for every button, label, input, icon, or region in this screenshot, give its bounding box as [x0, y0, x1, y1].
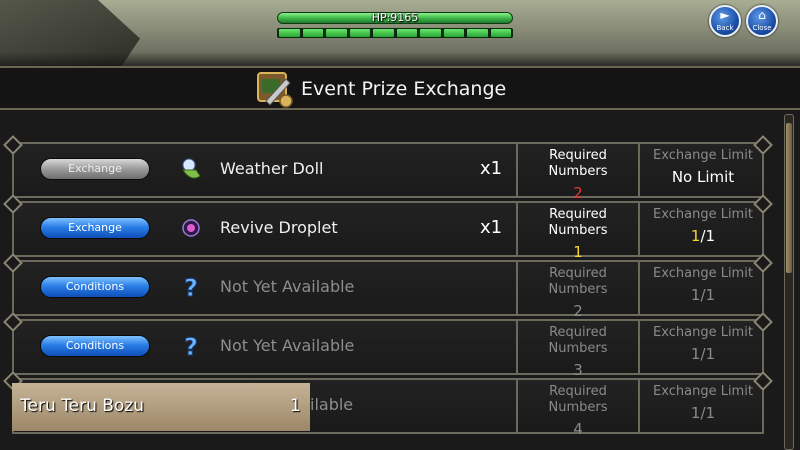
hp-gauge: HP:9165 — [277, 11, 513, 41]
exchange-limit-header: Exchange Limit — [653, 207, 753, 222]
required-numbers-cell: Required Numbers 1 — [516, 201, 638, 261]
tooltip-item-name: Teru Teru Bozu — [20, 396, 145, 416]
list-scrollbar[interactable] — [784, 114, 794, 450]
title-bar: Event Prize Exchange — [0, 66, 800, 110]
exchange-limit-value: No Limit — [671, 168, 735, 186]
exchange-limit-max: /1 — [700, 227, 716, 245]
tooltip-item-quantity: 1 — [290, 396, 301, 416]
weather-doll-icon — [182, 158, 201, 179]
exchange-limit-cell: Exchange Limit 1/1 — [638, 319, 766, 375]
question-mark-icon: ? — [184, 274, 199, 300]
prize-row: Conditions ? Not Yet Available Required … — [3, 312, 773, 379]
back-button[interactable]: ► Back — [709, 5, 741, 37]
required-numbers-header: Required Numbers — [548, 325, 608, 356]
required-numbers-cell: Required Numbers 4 — [516, 378, 638, 438]
prize-row: Exchange Weather Doll x1 Required Number… — [3, 135, 773, 202]
exchange-limit-value: 1/1 — [640, 227, 766, 245]
required-numbers-value: 2 — [573, 184, 583, 202]
exchange-limit-cell: Exchange Limit 1/1 — [638, 378, 766, 434]
back-icon: ► — [720, 8, 730, 22]
exchange-button[interactable]: Exchange — [40, 217, 150, 239]
conditions-button[interactable]: Conditions — [40, 335, 150, 357]
prize-exchange-icon — [257, 72, 293, 108]
question-mark-icon: ? — [184, 333, 199, 359]
required-numbers-header: Required Numbers — [548, 384, 608, 415]
close-button[interactable]: ⌂ Close — [746, 5, 778, 37]
exchange-limit-header: Exchange Limit — [653, 266, 753, 281]
exchange-limit-value: 1/1 — [690, 345, 716, 363]
required-numbers-value: 3 — [573, 361, 583, 379]
required-numbers-value: 1 — [573, 243, 583, 261]
home-icon: ⌂ — [758, 8, 766, 22]
svg-text:?: ? — [184, 274, 198, 300]
exchange-limit-header: Exchange Limit — [653, 148, 753, 163]
revive-droplet-icon — [182, 219, 200, 237]
hp-segments — [277, 28, 513, 38]
exchange-limit-cell: Exchange Limit 1/1 — [638, 260, 766, 316]
item-name: Not Yet Available — [220, 277, 355, 296]
hp-label: HP:9165 — [371, 11, 419, 24]
exchange-limit-value: 1/1 — [690, 286, 716, 304]
item-name: Weather Doll — [220, 159, 324, 178]
exchange-limit-cell: Exchange Limit 1/1 — [638, 201, 766, 257]
item-name: Not Yet Available — [220, 336, 355, 355]
exchange-button-disabled[interactable]: Exchange — [40, 158, 150, 180]
svg-text:?: ? — [184, 333, 198, 359]
required-numbers-cell: Required Numbers 3 — [516, 319, 638, 379]
required-numbers-header: Required Numbers — [548, 207, 608, 238]
required-numbers-value: 2 — [573, 302, 583, 320]
exchange-limit-value: 1/1 — [690, 404, 716, 422]
item-name: Revive Droplet — [220, 218, 338, 237]
exchange-limit-cell: Exchange Limit No Limit — [638, 142, 766, 198]
item-tooltip: Teru Teru Bozu 1 — [12, 383, 310, 431]
required-numbers-cell: Required Numbers 2 — [516, 260, 638, 320]
close-label: Close — [752, 24, 772, 32]
scrollbar-thumb[interactable] — [786, 123, 792, 273]
exchange-limit-header: Exchange Limit — [653, 325, 753, 340]
required-numbers-cell: Required Numbers 2 — [516, 142, 638, 202]
exchange-limit-header: Exchange Limit — [653, 384, 753, 399]
page-title: Event Prize Exchange — [301, 78, 507, 100]
item-quantity: x1 — [480, 158, 503, 179]
prize-row: Conditions ? Not Yet Available Required … — [3, 253, 773, 320]
item-name: ilable — [310, 395, 354, 414]
conditions-button[interactable]: Conditions — [40, 276, 150, 298]
back-label: Back — [716, 24, 734, 32]
required-numbers-header: Required Numbers — [548, 266, 608, 297]
required-numbers-header: Required Numbers — [548, 148, 608, 179]
item-quantity: x1 — [480, 217, 503, 238]
required-numbers-value: 4 — [573, 420, 583, 438]
prize-row: Exchange Revive Droplet x1 Required Numb… — [3, 194, 773, 261]
